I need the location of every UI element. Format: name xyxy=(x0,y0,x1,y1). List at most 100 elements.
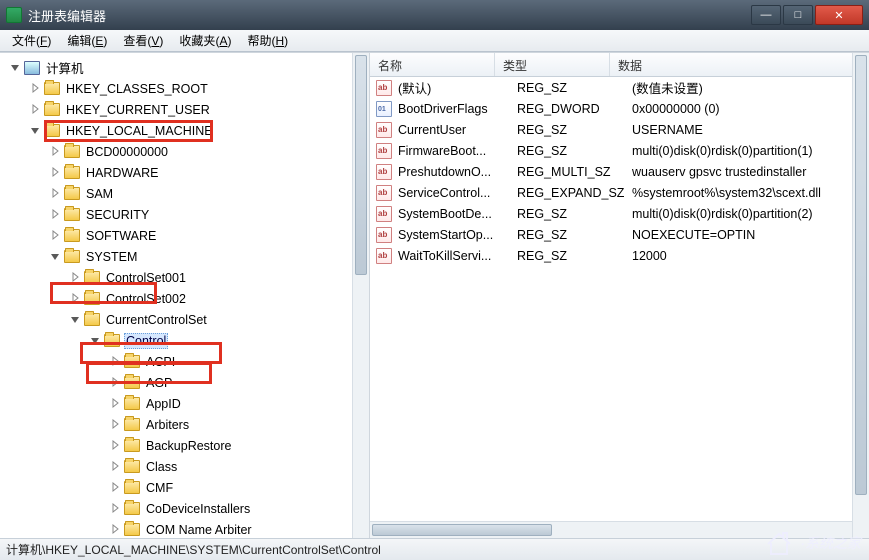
twisty-closed-icon[interactable] xyxy=(110,356,121,367)
twisty-closed-icon[interactable] xyxy=(110,419,121,430)
tree-node-child-6[interactable]: CMF xyxy=(0,477,369,498)
folder-icon xyxy=(84,313,100,326)
folder-icon xyxy=(124,523,140,536)
tree-node-sam[interactable]: SAM xyxy=(0,183,369,204)
cell-name: ServiceControl... xyxy=(398,186,517,200)
regedit-icon xyxy=(6,7,22,23)
cell-name: FirmwareBoot... xyxy=(398,144,517,158)
tree-node-cs1[interactable]: ControlSet001 xyxy=(0,267,369,288)
tree-label: SYSTEM xyxy=(84,250,139,264)
folder-icon xyxy=(44,124,60,137)
tree-pane[interactable]: 计算机 HKEY_CLASSES_ROOT HKEY_CURRENT_USERHKE… xyxy=(0,53,370,538)
tree-node-sw[interactable]: SOFTWARE xyxy=(0,225,369,246)
twisty-closed-icon[interactable] xyxy=(50,209,61,220)
tree-node-sys[interactable]: SYSTEM xyxy=(0,246,369,267)
twisty-open-icon[interactable] xyxy=(70,314,81,325)
tree-node-hkcr[interactable]: HKEY_CLASSES_ROOT xyxy=(0,78,369,99)
tree-node-bcd[interactable]: BCD00000000 xyxy=(0,141,369,162)
list-row[interactable]: WaitToKillServi...REG_SZ12000 xyxy=(370,245,869,266)
twisty-closed-icon[interactable] xyxy=(50,146,61,157)
col-name[interactable]: 名称 xyxy=(370,53,495,76)
list-row[interactable]: FirmwareBoot...REG_SZmulti(0)disk(0)rdis… xyxy=(370,140,869,161)
tree-node-hklm[interactable]: HKEY_LOCAL_MACHINE xyxy=(0,120,369,141)
list-row[interactable]: BootDriverFlagsREG_DWORD0x00000000 (0) xyxy=(370,98,869,119)
title-bar: 注册表编辑器 — □ ✕ xyxy=(0,0,869,30)
folder-icon xyxy=(124,460,140,473)
tree-node-child-8[interactable]: COM Name Arbiter xyxy=(0,519,369,538)
twisty-closed-icon[interactable] xyxy=(70,293,81,304)
twisty-closed-icon[interactable] xyxy=(110,482,121,493)
tree-node-ccs[interactable]: CurrentControlSet xyxy=(0,309,369,330)
list-row[interactable]: CurrentUserREG_SZUSERNAME xyxy=(370,119,869,140)
menu-file[interactable]: 文件(F) xyxy=(4,30,59,51)
cell-data: multi(0)disk(0)rdisk(0)partition(2) xyxy=(632,207,869,221)
list-row[interactable]: ServiceControl...REG_EXPAND_SZ%systemroo… xyxy=(370,182,869,203)
folder-icon xyxy=(124,376,140,389)
col-data[interactable]: 数据 xyxy=(610,53,869,76)
close-button[interactable]: ✕ xyxy=(815,5,863,25)
cell-type: REG_EXPAND_SZ xyxy=(517,186,632,200)
cell-type: REG_SZ xyxy=(517,81,632,95)
cell-name: SystemStartOp... xyxy=(398,228,517,242)
cell-type: REG_SZ xyxy=(517,207,632,221)
tree-vscroll[interactable] xyxy=(352,53,369,538)
list-row[interactable]: PreshutdownO...REG_MULTI_SZwuauserv gpsv… xyxy=(370,161,869,182)
menu-fav[interactable]: 收藏夹(A) xyxy=(171,30,239,51)
twisty-open-icon[interactable] xyxy=(90,335,101,346)
string-value-icon xyxy=(376,80,392,96)
tree-node-sec[interactable]: SECURITY xyxy=(0,204,369,225)
tree-node-hw[interactable]: HARDWARE xyxy=(0,162,369,183)
twisty-open-icon[interactable] xyxy=(10,62,21,73)
twisty-closed-icon[interactable] xyxy=(50,230,61,241)
col-type[interactable]: 类型 xyxy=(495,53,610,76)
folder-icon xyxy=(104,334,120,347)
tree-label: SAM xyxy=(84,187,115,201)
tree-node-hkcu[interactable]: HKEY_CURRENT_USER xyxy=(0,99,369,120)
folder-icon xyxy=(84,292,100,305)
twisty-closed-icon[interactable] xyxy=(50,167,61,178)
twisty-open-icon[interactable] xyxy=(50,251,61,262)
tree-node-child-7[interactable]: CoDeviceInstallers xyxy=(0,498,369,519)
twisty-closed-icon[interactable] xyxy=(110,377,121,388)
tree-label: ACPI xyxy=(144,355,177,369)
twisty-closed-icon[interactable] xyxy=(110,524,121,535)
tree-node-computer[interactable]: 计算机 xyxy=(0,57,369,78)
twisty-closed-icon[interactable] xyxy=(30,104,41,115)
menu-edit[interactable]: 编辑(E) xyxy=(59,30,115,51)
maximize-button[interactable]: □ xyxy=(783,5,813,25)
twisty-closed-icon[interactable] xyxy=(30,83,41,94)
folder-icon xyxy=(84,271,100,284)
twisty-open-icon[interactable] xyxy=(30,125,41,136)
menu-view[interactable]: 查看(V) xyxy=(115,30,171,51)
minimize-button[interactable]: — xyxy=(751,5,781,25)
tree-node-child-1[interactable]: AGP xyxy=(0,372,369,393)
folder-icon xyxy=(64,166,80,179)
tree-node-child-0[interactable]: ACPI xyxy=(0,351,369,372)
twisty-closed-icon[interactable] xyxy=(110,461,121,472)
list-hscroll[interactable] xyxy=(370,521,852,538)
list-row[interactable]: SystemBootDe...REG_SZmulti(0)disk(0)rdis… xyxy=(370,203,869,224)
cell-data: %systemroot%\system32\scext.dll xyxy=(632,186,869,200)
tree-label: BackupRestore xyxy=(144,439,233,453)
tree-node-child-2[interactable]: AppID xyxy=(0,393,369,414)
tree-node-cs2[interactable]: ControlSet002 xyxy=(0,288,369,309)
cell-name: (默认) xyxy=(398,78,517,97)
twisty-closed-icon[interactable] xyxy=(110,440,121,451)
twisty-closed-icon[interactable] xyxy=(70,272,81,283)
twisty-closed-icon[interactable] xyxy=(50,188,61,199)
cell-type: REG_SZ xyxy=(517,249,632,263)
menu-help[interactable]: 帮助(H) xyxy=(239,30,296,51)
string-value-icon xyxy=(376,206,392,222)
tree-node-child-3[interactable]: Arbiters xyxy=(0,414,369,435)
list-vscroll[interactable] xyxy=(852,53,869,538)
tree-node-child-5[interactable]: Class xyxy=(0,456,369,477)
list-pane[interactable]: 名称 类型 数据 (默认)REG_SZ(数值未设置)BootDriverFlag… xyxy=(370,53,869,538)
list-row[interactable]: (默认)REG_SZ(数值未设置) xyxy=(370,77,869,98)
twisty-closed-icon[interactable] xyxy=(110,398,121,409)
list-row[interactable]: SystemStartOp...REG_SZ NOEXECUTE=OPTIN xyxy=(370,224,869,245)
status-bar: 计算机\HKEY_LOCAL_MACHINE\SYSTEM\CurrentCon… xyxy=(0,538,869,560)
twisty-closed-icon[interactable] xyxy=(110,503,121,514)
tree-label: HKEY_CLASSES_ROOT xyxy=(64,82,210,96)
tree-node-child-4[interactable]: BackupRestore xyxy=(0,435,369,456)
tree-node-ctrl[interactable]: Control xyxy=(0,330,369,351)
